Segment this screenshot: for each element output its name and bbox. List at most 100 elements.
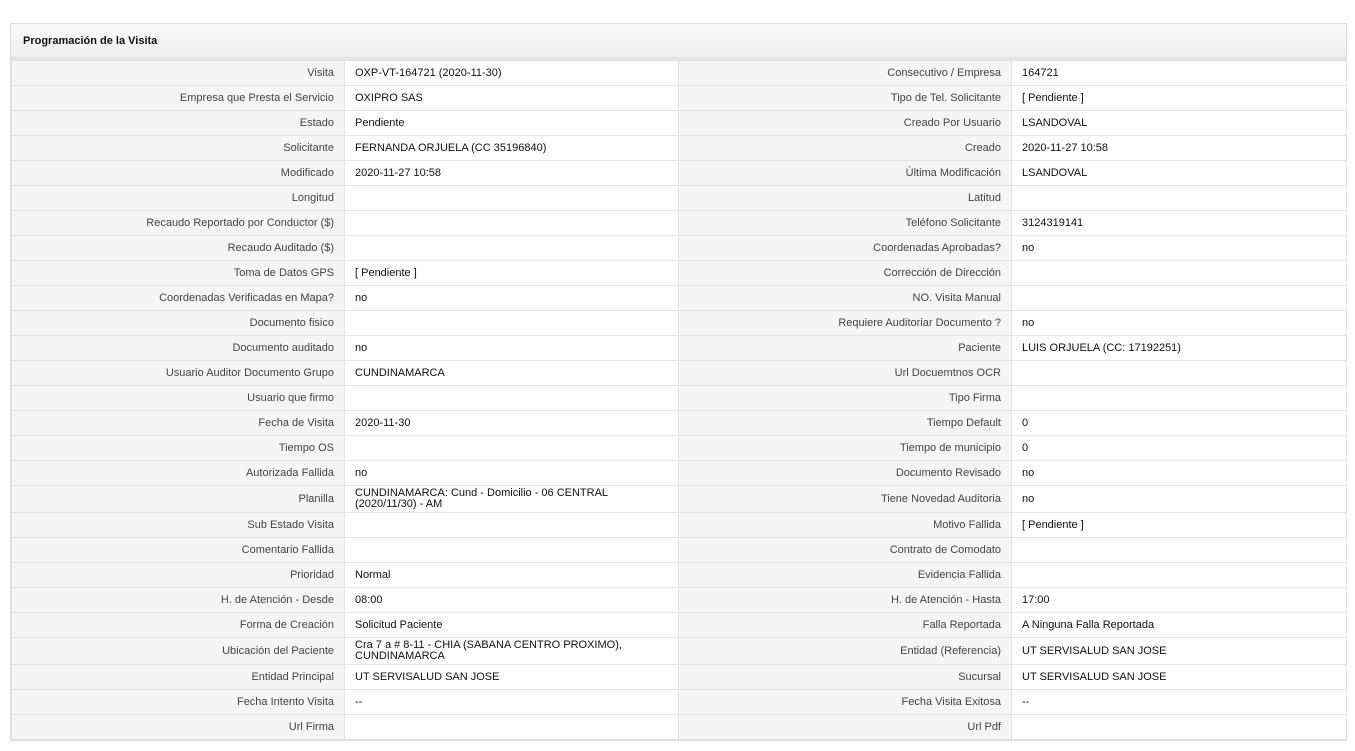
field-value: 08:00 <box>344 587 679 613</box>
field-label: Fecha Visita Exitosa <box>678 689 1012 715</box>
field-label: Contrato de Comodato <box>678 537 1012 563</box>
field-label: Autorizada Fallida <box>11 460 345 486</box>
field-value <box>1011 714 1347 740</box>
field-value: FERNANDA ORJUELA (CC 35196840) <box>344 135 679 161</box>
field-label: Evidencia Fallida <box>678 562 1012 588</box>
detail-row: Ubicación del Paciente Cra 7 a # 8-11 - C… <box>11 637 1347 665</box>
field-value: 2020-11-30 <box>344 410 679 436</box>
field-value: CUNDINAMARCA: Cund - Domicilio - 06 CENT… <box>344 485 679 513</box>
detail-row: Toma de Datos GPS[ Pendiente ] Corrección… <box>11 260 1347 286</box>
field-label: Teléfono Solicitante <box>678 210 1012 236</box>
field-value: no <box>344 285 679 311</box>
field-label: Visita <box>11 60 345 86</box>
field-label: Estado <box>11 110 345 136</box>
field-value: OXP-VT-164721 (2020-11-30) <box>344 60 679 86</box>
field-value <box>1011 385 1347 411</box>
field-value: Cra 7 a # 8-11 - CHIA (SABANA CENTRO PRO… <box>344 637 679 665</box>
field-label: Longitud <box>11 185 345 211</box>
field-value: LUIS ORJUELA (CC: 17192251) <box>1011 335 1347 361</box>
field-value <box>344 385 679 411</box>
field-value: -- <box>1011 689 1347 715</box>
field-value: OXIPRO SAS <box>344 85 679 111</box>
field-value <box>1011 537 1347 563</box>
detail-row: Entidad Principal UT SERVISALUD SAN JOSE S… <box>11 664 1347 690</box>
visit-schedule-panel: Programación de la Visita Visita OXP-VT-1… <box>10 23 1347 741</box>
field-value: -- <box>344 689 679 715</box>
field-label: Consecutivo / Empresa <box>678 60 1012 86</box>
detail-row: Sub Estado Visita Motivo Fallida[ Pendien… <box>11 512 1347 538</box>
detail-row: Prioridad Normal Evidencia Fallida <box>11 562 1347 588</box>
field-label: Falla Reportada <box>678 612 1012 638</box>
field-label: Url Docuemtnos OCR <box>678 360 1012 386</box>
field-label: Entidad Principal <box>11 664 345 690</box>
field-value: Pendiente <box>344 110 679 136</box>
field-value: [ Pendiente ] <box>344 260 679 286</box>
detail-row: Tiempo OS Tiempo de municipio 0 <box>11 435 1347 461</box>
field-value: no <box>1011 235 1347 261</box>
field-label: Ubicación del Paciente <box>11 637 345 665</box>
detail-row: Documento fisico Requiere Auditoriar Docu… <box>11 310 1347 336</box>
field-label: Coordenadas Verificadas en Mapa? <box>11 285 345 311</box>
panel-title: Programación de la Visita <box>23 34 158 47</box>
field-value <box>344 714 679 740</box>
field-label: Recaudo Reportado por Conductor ($) <box>11 210 345 236</box>
field-value: Solicitud Paciente <box>344 612 679 638</box>
field-value <box>1011 185 1347 211</box>
field-label: Url Pdf <box>678 714 1012 740</box>
field-value: 2020-11-27 10:58 <box>1011 135 1347 161</box>
detail-row: Coordenadas Verificadas en Mapa? no NO. V… <box>11 285 1347 311</box>
detail-row: Planilla CUNDINAMARCA: Cund - Domicilio -… <box>11 485 1347 513</box>
detail-row: Fecha Intento Visita -- Fecha Visita Exit… <box>11 689 1347 715</box>
detail-row: Solicitante FERNANDA ORJUELA (CC 35196840… <box>11 135 1347 161</box>
field-label: Sucursal <box>678 664 1012 690</box>
field-label: Prioridad <box>11 562 345 588</box>
visit-details-table: Visita OXP-VT-164721 (2020-11-30) Consecut… <box>11 60 1347 740</box>
field-label: H. de Atención - Hasta <box>678 587 1012 613</box>
detail-row: Visita OXP-VT-164721 (2020-11-30) Consecut… <box>11 60 1347 86</box>
field-label: Planilla <box>11 485 345 513</box>
field-value <box>1011 360 1347 386</box>
field-label: Comentario Fallida <box>11 537 345 563</box>
field-value <box>1011 285 1347 311</box>
field-value: Normal <box>344 562 679 588</box>
field-value: 3124319141 <box>1011 210 1347 236</box>
field-label: Tipo Firma <box>678 385 1012 411</box>
field-value: 17:00 <box>1011 587 1347 613</box>
field-value: 0 <box>1011 410 1347 436</box>
detail-row: Modificado 2020-11-27 10:58 Última Modific… <box>11 160 1347 186</box>
field-label: Creado <box>678 135 1012 161</box>
field-value <box>344 537 679 563</box>
field-label: Documento fisico <box>11 310 345 336</box>
field-value: UT SERVISALUD SAN JOSE <box>1011 637 1347 665</box>
field-label: Fecha Intento Visita <box>11 689 345 715</box>
field-label: Coordenadas Aprobadas? <box>678 235 1012 261</box>
field-label: Modificado <box>11 160 345 186</box>
detail-row: Usuario que firmo Tipo Firma <box>11 385 1347 411</box>
field-value <box>344 210 679 236</box>
field-label: Documento auditado <box>11 335 345 361</box>
detail-row: Longitud Latitud <box>11 185 1347 211</box>
field-value: A Ninguna Falla Reportada <box>1011 612 1347 638</box>
detail-row: Recaudo Reportado por Conductor ($) Teléf… <box>11 210 1347 236</box>
field-label: Entidad (Referencia) <box>678 637 1012 665</box>
field-label: Requiere Auditoriar Documento ? <box>678 310 1012 336</box>
field-value: no <box>344 460 679 486</box>
detail-row: Fecha de Visita 2020-11-30 Tiempo Default… <box>11 410 1347 436</box>
field-value <box>344 235 679 261</box>
detail-row: Comentario Fallida Contrato de Comodato <box>11 537 1347 563</box>
field-value <box>344 435 679 461</box>
field-value: no <box>344 335 679 361</box>
field-label: Url Firma <box>11 714 345 740</box>
field-label: Paciente <box>678 335 1012 361</box>
field-label: Tiempo OS <box>11 435 345 461</box>
field-value: UT SERVISALUD SAN JOSE <box>1011 664 1347 690</box>
field-value: LSANDOVAL <box>1011 160 1347 186</box>
detail-row: Documento auditado no Paciente LUIS ORJUEL… <box>11 335 1347 361</box>
field-label: Última Modificación <box>678 160 1012 186</box>
detail-row: Forma de Creación Solicitud Paciente Falla… <box>11 612 1347 638</box>
field-value <box>1011 260 1347 286</box>
field-value: 164721 <box>1011 60 1347 86</box>
field-value: UT SERVISALUD SAN JOSE <box>344 664 679 690</box>
field-label: Latitud <box>678 185 1012 211</box>
detail-row: Usuario Auditor Documento Grupo CUNDINAMA… <box>11 360 1347 386</box>
